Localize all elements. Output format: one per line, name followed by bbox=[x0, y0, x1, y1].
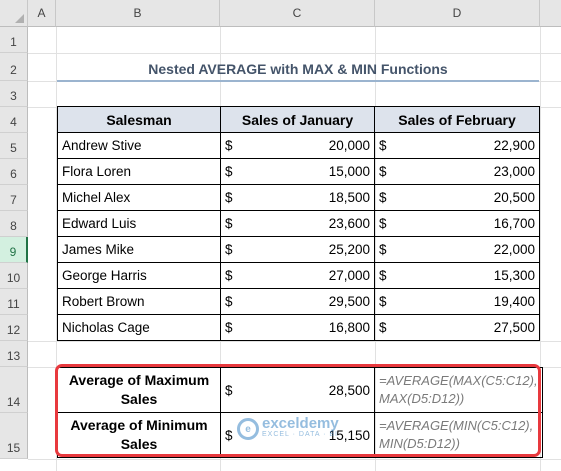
table-row: Michel Alex $18,500 $20,500 bbox=[57, 184, 540, 211]
salesman-cell[interactable]: Andrew Stive bbox=[57, 132, 221, 159]
sales-table: Salesman Sales of January Sales of Febru… bbox=[57, 106, 540, 341]
january-sales-cell[interactable]: $15,000 bbox=[220, 158, 375, 185]
table-row: Nicholas Cage $16,800 $27,500 bbox=[57, 314, 540, 341]
salesman-cell[interactable]: George Harris bbox=[57, 262, 221, 289]
exceldemy-watermark: e exceldemy EXCEL · DATA · BI bbox=[237, 415, 339, 440]
row-header-11[interactable]: 11 bbox=[0, 289, 28, 315]
select-all-corner[interactable] bbox=[0, 0, 28, 27]
row-header-10[interactable]: 10 bbox=[0, 263, 28, 289]
highlight-box bbox=[55, 364, 541, 457]
gridline bbox=[28, 459, 561, 460]
row-header-7[interactable]: 7 bbox=[0, 185, 28, 211]
header-sales-january[interactable]: Sales of January bbox=[220, 106, 375, 133]
salesman-cell[interactable]: James Mike bbox=[57, 236, 221, 263]
row-header-8[interactable]: 8 bbox=[0, 211, 28, 237]
sheet-title[interactable]: Nested AVERAGE with MAX & MIN Functions bbox=[57, 55, 539, 83]
february-sales-cell[interactable]: $22,900 bbox=[374, 132, 540, 159]
table-row: Robert Brown $29,500 $19,400 bbox=[57, 288, 540, 315]
salesman-cell[interactable]: Edward Luis bbox=[57, 210, 221, 237]
header-salesman[interactable]: Salesman bbox=[57, 106, 221, 133]
column-header-c[interactable]: C bbox=[220, 0, 375, 27]
column-header-e[interactable] bbox=[540, 0, 561, 27]
salesman-cell[interactable]: Michel Alex bbox=[57, 184, 221, 211]
row-header-2[interactable]: 2 bbox=[0, 53, 28, 81]
february-sales-cell[interactable]: $22,000 bbox=[374, 236, 540, 263]
february-sales-cell[interactable]: $16,700 bbox=[374, 210, 540, 237]
row-header-14[interactable]: 14 bbox=[0, 367, 28, 413]
table-header-row: Salesman Sales of January Sales of Febru… bbox=[57, 106, 540, 133]
column-header-b[interactable]: B bbox=[56, 0, 220, 27]
january-sales-cell[interactable]: $25,200 bbox=[220, 236, 375, 263]
gridline bbox=[28, 53, 561, 54]
gridline bbox=[28, 341, 561, 342]
table-row: James Mike $25,200 $22,000 bbox=[57, 236, 540, 263]
january-sales-cell[interactable]: $23,600 bbox=[220, 210, 375, 237]
row-header-3[interactable]: 3 bbox=[0, 81, 28, 107]
row-header-13[interactable]: 13 bbox=[0, 341, 28, 367]
table-row: Flora Loren $15,000 $23,000 bbox=[57, 158, 540, 185]
january-sales-cell[interactable]: $16,800 bbox=[220, 314, 375, 341]
row-header-6[interactable]: 6 bbox=[0, 159, 28, 185]
table-row: George Harris $27,000 $15,300 bbox=[57, 262, 540, 289]
february-sales-cell[interactable]: $23,000 bbox=[374, 158, 540, 185]
january-sales-cell[interactable]: $18,500 bbox=[220, 184, 375, 211]
january-sales-cell[interactable]: $27,000 bbox=[220, 262, 375, 289]
row-header-1[interactable]: 1 bbox=[0, 27, 28, 53]
row-header-4[interactable]: 4 bbox=[0, 107, 28, 133]
column-header-d[interactable]: D bbox=[375, 0, 540, 27]
exceldemy-logo-icon: e bbox=[237, 418, 259, 440]
february-sales-cell[interactable]: $15,300 bbox=[374, 262, 540, 289]
row-header-12[interactable]: 12 bbox=[0, 315, 28, 341]
row-header-15[interactable]: 15 bbox=[0, 413, 28, 459]
watermark-brand: exceldemy bbox=[262, 415, 339, 432]
row-header-5[interactable]: 5 bbox=[0, 133, 28, 159]
february-sales-cell[interactable]: $27,500 bbox=[374, 314, 540, 341]
salesman-cell[interactable]: Robert Brown bbox=[57, 288, 221, 315]
row-header-9[interactable]: 9 bbox=[0, 237, 28, 263]
february-sales-cell[interactable]: $20,500 bbox=[374, 184, 540, 211]
column-header-a[interactable]: A bbox=[28, 0, 56, 27]
table-row: Edward Luis $23,600 $16,700 bbox=[57, 210, 540, 237]
header-sales-february[interactable]: Sales of February bbox=[374, 106, 540, 133]
salesman-cell[interactable]: Nicholas Cage bbox=[57, 314, 221, 341]
watermark-tagline: EXCEL · DATA · BI bbox=[262, 431, 338, 438]
salesman-cell[interactable]: Flora Loren bbox=[57, 158, 221, 185]
february-sales-cell[interactable]: $19,400 bbox=[374, 288, 540, 315]
title-underline bbox=[57, 80, 539, 82]
january-sales-cell[interactable]: $29,500 bbox=[220, 288, 375, 315]
january-sales-cell[interactable]: $20,000 bbox=[220, 132, 375, 159]
table-row: Andrew Stive $20,000 $22,900 bbox=[57, 132, 540, 159]
